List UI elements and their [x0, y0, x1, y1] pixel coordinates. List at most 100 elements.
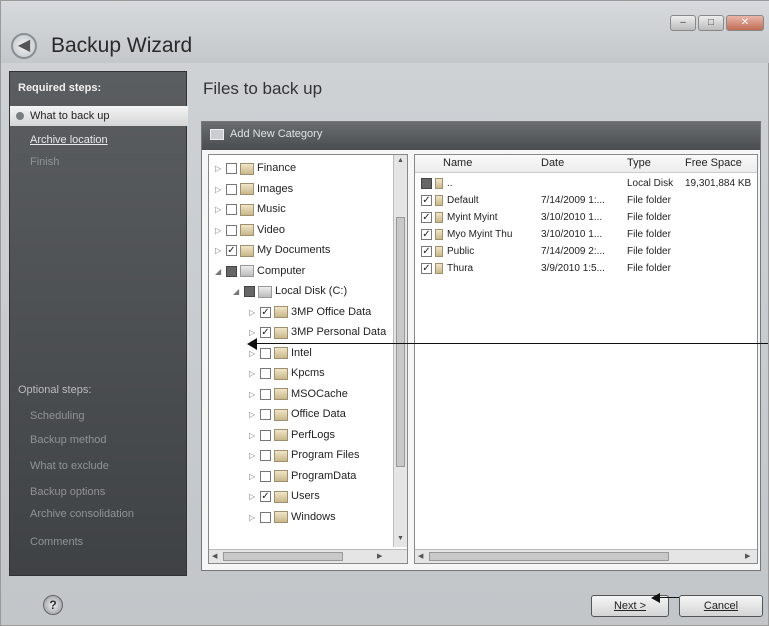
checkbox[interactable]: ✓ [421, 263, 432, 274]
expander-icon[interactable]: ▷ [215, 159, 223, 178]
list-item[interactable]: ✓ Myo Myint Thu 3/10/2010 1... File folder [415, 226, 757, 243]
checkbox[interactable] [421, 178, 432, 189]
tree-item[interactable]: ▷ ✓ Users [249, 487, 320, 506]
expander-icon[interactable]: ▷ [249, 385, 257, 404]
tree-item[interactable]: ▷ Kpcms [249, 364, 325, 383]
tree-item[interactable]: ▷ ✓ 3MP Office Data [249, 303, 371, 322]
checkbox[interactable]: ✓ [226, 245, 237, 256]
tree-item[interactable]: ◢ Local Disk (C:) [233, 282, 347, 301]
add-new-category-button[interactable]: Add New Category [210, 128, 322, 140]
tree-item[interactable]: ▷ Video [215, 221, 285, 240]
column-date[interactable]: Date [541, 157, 564, 169]
folder-tree[interactable]: ▲ ▼ ◀ ▶ ▷ Finance ▷ Images ▷ Music ▷ Video ▷ ✓ My … [208, 154, 408, 564]
scroll-left-icon[interactable]: ◀ [418, 552, 423, 560]
checkbox[interactable] [260, 450, 271, 461]
list-item[interactable]: ✓ Default 7/14/2009 1:... File folder [415, 192, 757, 209]
tree-horizontal-scroll-thumb[interactable] [223, 552, 343, 561]
tree-horizontal-scrollbar[interactable]: ◀ ▶ [209, 549, 407, 563]
back-arrow-icon[interactable]: ◀ [11, 33, 37, 59]
scroll-right-icon[interactable]: ▶ [377, 552, 382, 560]
expander-icon[interactable]: ▷ [249, 467, 257, 486]
scroll-right-icon[interactable]: ▶ [745, 552, 750, 560]
checkbox[interactable] [260, 470, 271, 482]
tree-vertical-scrollbar[interactable]: ▲ ▼ [393, 155, 407, 547]
tree-vertical-scroll-thumb[interactable] [396, 217, 405, 467]
checkbox[interactable]: ✓ [260, 491, 271, 502]
checkbox[interactable] [260, 368, 271, 379]
expander-icon[interactable]: ◢ [233, 282, 241, 301]
tree-item[interactable]: ▷ ✓ 3MP Personal Data [249, 323, 386, 342]
help-icon[interactable]: ? [43, 595, 63, 615]
checkbox[interactable] [226, 265, 237, 277]
tree-item[interactable]: ▷ ✓ My Documents [215, 241, 330, 260]
maximize-button[interactable]: □ [698, 15, 724, 31]
checkbox[interactable] [260, 511, 271, 523]
expander-icon[interactable]: ▷ [215, 221, 223, 240]
expander-icon[interactable]: ▷ [249, 405, 257, 424]
list-item[interactable]: .. Local Disk 19,301,884 KB [415, 175, 757, 192]
expander-icon[interactable]: ▷ [249, 487, 257, 506]
expander-icon[interactable]: ▷ [249, 446, 257, 465]
tree-item[interactable]: ▷ Music [215, 200, 286, 219]
step-archive-consolidation[interactable]: Archive consolidation [10, 504, 188, 524]
step-comments[interactable]: Comments [10, 532, 188, 552]
step-backup-method[interactable]: Backup method [10, 430, 188, 450]
expander-icon[interactable]: ▷ [249, 364, 257, 383]
checkbox[interactable]: ✓ [421, 212, 432, 223]
checkbox[interactable] [260, 429, 271, 441]
checkbox[interactable] [226, 183, 237, 195]
tree-item[interactable]: ▷ Windows [249, 508, 336, 527]
tree-item[interactable]: ◢ Computer [215, 262, 305, 281]
expander-icon[interactable]: ▷ [215, 200, 223, 219]
scroll-up-icon[interactable]: ▲ [397, 157, 404, 164]
close-button[interactable]: ✕ [726, 15, 764, 31]
step-backup-options[interactable]: Backup options [10, 482, 188, 502]
list-item[interactable]: ✓ Thura 3/9/2010 1:5... File folder [415, 260, 757, 277]
list-item[interactable]: ✓ Myint Myint 3/10/2010 1... File folder [415, 209, 757, 226]
tree-item[interactable]: ▷ Finance [215, 159, 296, 178]
scroll-down-icon[interactable]: ▼ [397, 535, 404, 542]
checkbox[interactable] [260, 409, 271, 420]
tree-item-label: ProgramData [291, 469, 357, 482]
checkbox[interactable] [226, 163, 237, 174]
checkbox[interactable]: ✓ [421, 195, 432, 206]
column-type[interactable]: Type [627, 157, 651, 169]
step-what-to-back-up[interactable]: What to back up [10, 106, 188, 126]
tree-item[interactable]: ▷ MSOCache [249, 385, 348, 404]
step-scheduling[interactable]: Scheduling [10, 406, 188, 426]
file-list[interactable]: Name Date Type Free Space ◀ ▶ .. Local Di… [414, 154, 758, 564]
minimize-button[interactable]: – [670, 15, 696, 31]
tree-item-label: Office Data [291, 408, 346, 420]
tree-item[interactable]: ▷ Images [215, 180, 293, 199]
checkbox[interactable] [244, 286, 255, 297]
expander-icon[interactable]: ◢ [215, 262, 223, 281]
checkbox[interactable]: ✓ [421, 246, 432, 257]
list-horizontal-scrollbar[interactable]: ◀ ▶ [415, 549, 757, 563]
tree-item[interactable]: ▷ PerfLogs [249, 426, 335, 445]
tree-item[interactable]: ▷ ProgramData [249, 467, 356, 486]
list-item[interactable]: ✓ Public 7/14/2009 2:... File folder [415, 243, 757, 260]
tree-item[interactable]: ▷ Intel [249, 344, 312, 363]
expander-icon[interactable]: ▷ [249, 426, 257, 445]
checkbox[interactable] [260, 388, 271, 400]
checkbox[interactable]: ✓ [421, 229, 432, 240]
step-archive-location[interactable]: Archive location [10, 130, 188, 150]
cancel-button[interactable]: Cancel [679, 595, 763, 617]
checkbox[interactable] [226, 224, 237, 236]
expander-icon[interactable]: ▷ [249, 303, 257, 322]
tree-item[interactable]: ▷ Program Files [249, 446, 359, 465]
checkbox[interactable]: ✓ [260, 327, 271, 338]
checkbox[interactable]: ✓ [260, 306, 271, 318]
expander-icon[interactable]: ▷ [215, 180, 223, 199]
list-horizontal-scroll-thumb[interactable] [429, 552, 669, 561]
checkbox[interactable] [260, 347, 271, 359]
tree-item-label: Kpcms [291, 367, 325, 379]
column-name[interactable]: Name [443, 157, 472, 169]
expander-icon[interactable]: ▷ [249, 508, 257, 527]
tree-item[interactable]: ▷ Office Data [249, 405, 346, 424]
expander-icon[interactable]: ▷ [215, 241, 223, 260]
scroll-left-icon[interactable]: ◀ [212, 552, 217, 560]
column-free-space[interactable]: Free Space [685, 157, 742, 169]
step-what-to-exclude[interactable]: What to exclude [10, 456, 188, 476]
checkbox[interactable] [226, 204, 237, 215]
